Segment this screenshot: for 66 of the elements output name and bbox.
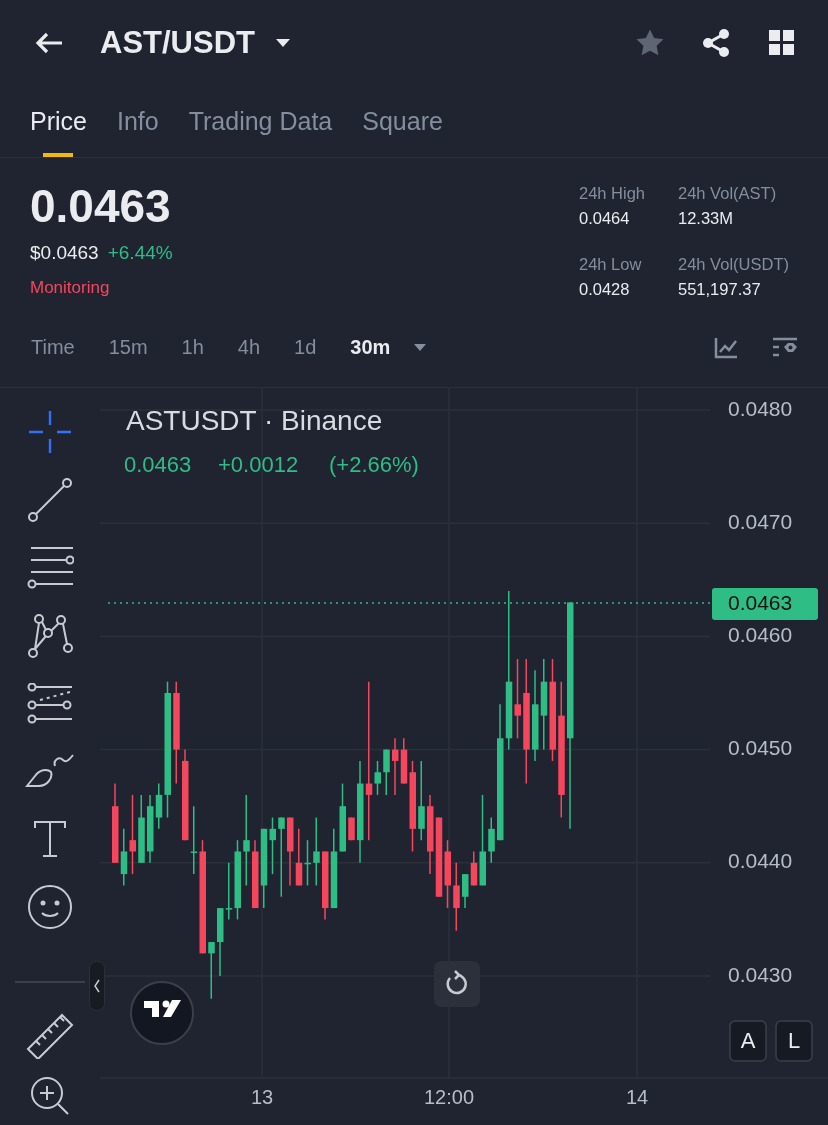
price-tag-value: 0.0463 xyxy=(728,590,793,614)
interval-tab[interactable]: Time xyxy=(31,336,75,359)
tradingview-logo-icon xyxy=(130,981,194,1045)
y-axis-label: 0.0440 xyxy=(728,849,793,873)
interval-tab[interactable]: 1d xyxy=(294,336,317,359)
interval-tab[interactable]: 1h xyxy=(181,336,204,359)
caret-icon[interactable] xyxy=(275,37,291,48)
chart-symbol: ASTUSDT · Binance xyxy=(126,405,383,436)
stat-value: 0.0428 xyxy=(579,280,631,299)
pair-title[interactable]: AST/USDT xyxy=(100,24,255,61)
stat-label: 24h Low xyxy=(579,255,643,274)
tab[interactable]: Square xyxy=(362,85,443,157)
text-tool-icon[interactable] xyxy=(33,820,67,859)
usd-price: $0.0463 xyxy=(30,242,99,264)
pattern-icon[interactable] xyxy=(27,612,73,659)
grid-menu-icon[interactable] xyxy=(769,29,795,56)
y-axis-label: 0.0450 xyxy=(728,736,793,760)
monitoring-tag: Monitoring xyxy=(30,278,579,298)
fib-lines-icon[interactable] xyxy=(26,545,74,590)
settings-icon[interactable] xyxy=(772,336,798,359)
candlestick xyxy=(313,816,320,887)
last-price: 0.0463 xyxy=(30,180,172,232)
brush-icon[interactable] xyxy=(25,753,75,790)
ruler-icon[interactable] xyxy=(26,1011,74,1060)
stat-value: 12.33M xyxy=(678,209,735,228)
forecast-lines-icon[interactable] xyxy=(26,682,74,725)
tab[interactable]: Trading Data xyxy=(188,85,333,157)
scale-toggle[interactable]: L xyxy=(775,1020,813,1062)
x-axis-label: 13 xyxy=(250,1086,274,1109)
reset-button[interactable] xyxy=(434,961,480,1007)
stat-value: 551,197.37 xyxy=(678,280,762,299)
chart-legend-percent: (+2.66%) xyxy=(329,452,419,477)
back-arrow-icon[interactable] xyxy=(34,30,64,55)
stat-label: 24h Vol(USDT) xyxy=(678,255,790,274)
interval-tab[interactable]: 15m xyxy=(108,336,148,359)
interval-tab[interactable]: 30m xyxy=(350,336,391,359)
zoom-in-icon[interactable] xyxy=(30,1076,70,1117)
crosshair-icon[interactable] xyxy=(27,408,73,455)
y-axis-label: 0.0430 xyxy=(728,962,793,986)
scale-toggle[interactable]: A xyxy=(729,1020,767,1062)
candlestick xyxy=(208,941,215,1000)
chart-legend-price: 0.0463 xyxy=(124,452,192,477)
candlestick xyxy=(348,816,355,841)
chart-legend-change: +0.0012 xyxy=(218,452,299,477)
candlestick xyxy=(488,816,495,864)
y-axis-label: 0.0470 xyxy=(728,509,793,533)
interval-tab[interactable]: 4h xyxy=(237,336,261,359)
collapse-chevron-icon[interactable] xyxy=(89,961,105,1011)
stat-value: 0.0464 xyxy=(579,209,631,228)
candlestick xyxy=(138,794,145,864)
share-icon[interactable] xyxy=(701,27,731,58)
candlestick xyxy=(453,862,460,932)
x-axis-label: 14 xyxy=(625,1086,649,1109)
candlestick xyxy=(383,748,390,796)
y-axis-label: 0.0460 xyxy=(728,622,793,646)
x-axis-label: 12:00 xyxy=(423,1086,475,1109)
tab[interactable]: Price xyxy=(30,85,87,157)
price-change: +6.44% xyxy=(107,242,173,264)
y-axis-label: 0.0480 xyxy=(728,396,793,420)
stat-label: 24h Vol(AST) xyxy=(678,184,778,203)
smiley-icon[interactable] xyxy=(27,884,73,931)
trend-line-icon[interactable] xyxy=(27,476,73,523)
stat-label: 24h High xyxy=(579,184,647,203)
tab[interactable]: Info xyxy=(116,85,159,157)
star-icon[interactable] xyxy=(635,28,665,57)
chart-line-icon[interactable] xyxy=(714,336,738,359)
